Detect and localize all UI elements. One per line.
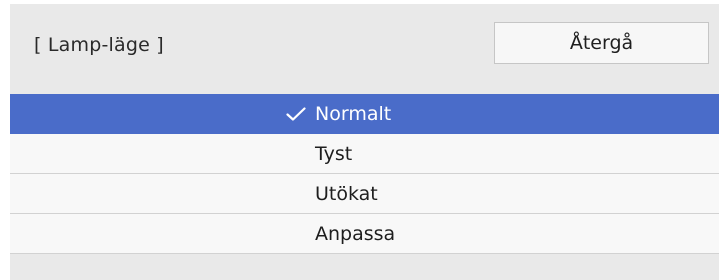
option-label: Utökat	[315, 183, 378, 205]
option-label: Tyst	[315, 143, 353, 165]
back-button[interactable]: Återgå	[494, 22, 709, 64]
option-label: Normalt	[315, 103, 392, 125]
option-list: Normalt Tyst Utökat Anpassa	[10, 94, 719, 254]
option-normalt[interactable]: Normalt	[10, 94, 719, 134]
option-label: Anpassa	[315, 223, 396, 245]
option-tyst[interactable]: Tyst	[10, 134, 719, 174]
check-icon	[286, 107, 306, 121]
page-title: [ Lamp-läge ]	[34, 34, 164, 56]
option-anpassa[interactable]: Anpassa	[10, 214, 719, 254]
lamp-mode-menu: [ Lamp-läge ] Återgå Normalt Tyst Utökat…	[10, 4, 719, 280]
option-utokat[interactable]: Utökat	[10, 174, 719, 214]
